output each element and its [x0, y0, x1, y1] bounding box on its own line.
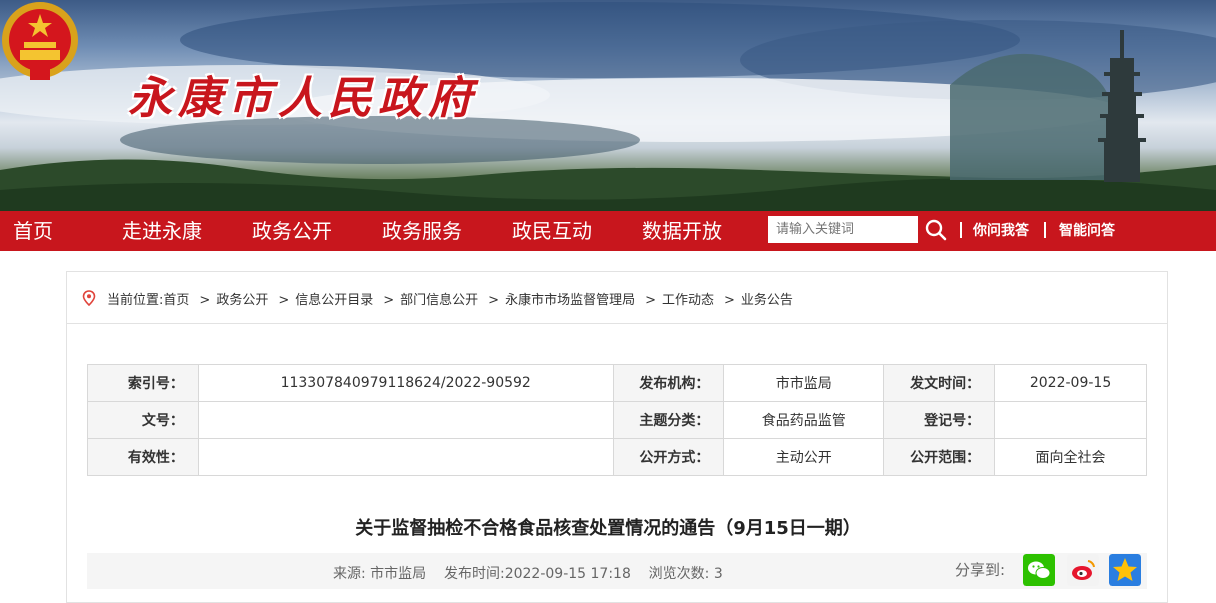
- breadcrumb: 当前位置:首页 > 政务公开 > 信息公开目录 > 部门信息公开 > 永康市市场监督管理局 > 工作…: [67, 272, 1167, 324]
- smart-qa-link[interactable]: 智能问答: [1059, 211, 1115, 251]
- scope-value: 面向全社会: [994, 438, 1147, 476]
- main-nav: 首页 走进永康 政务公开 政务服务 政民互动 数据开放: [0, 211, 1216, 251]
- nav-item-home[interactable]: 首页: [13, 211, 53, 251]
- site-title: 永康市人民政府: [128, 73, 478, 124]
- regno-value: [994, 401, 1147, 439]
- nav-item-gov-services[interactable]: 政务服务: [382, 211, 462, 251]
- nav-item-gov-affairs[interactable]: 政务公开: [252, 211, 332, 251]
- search-box: [768, 216, 918, 243]
- breadcrumb-item-dept-info[interactable]: 部门信息公开: [400, 293, 478, 308]
- breadcrumb-item-home[interactable]: 首页: [163, 293, 189, 308]
- date-value: 2022-09-15: [994, 364, 1147, 402]
- table-row: 索引号： 11330784097911862​4/2022-90592 发布机构…: [87, 364, 1147, 402]
- issuer-value: 市市监局: [723, 364, 885, 402]
- table-row: 有效性： 公开方式： 主动公开 公开范围： 面向全社会: [87, 438, 1147, 476]
- docno-label: 文号：: [87, 401, 199, 439]
- breadcrumb-item-gov-affairs[interactable]: 政务公开: [216, 293, 268, 308]
- nav-item-open-data[interactable]: 数据开放: [642, 211, 722, 251]
- wechat-icon[interactable]: [1023, 554, 1055, 586]
- emblem-icon: [2, 2, 78, 80]
- index-label: 索引号：: [87, 364, 199, 402]
- validity-value: [197, 438, 614, 476]
- article-source: 来源: 市市监局: [333, 566, 427, 582]
- search-input[interactable]: [768, 216, 916, 243]
- nav-divider: [960, 222, 962, 238]
- topic-label: 主题分类：: [612, 401, 725, 439]
- index-value: 11330784097911862​4/2022-90592: [197, 364, 614, 402]
- date-label: 发文时间：: [883, 364, 996, 402]
- article-info-bar: 来源: 市市监局 发布时间:2022-09-15 17:18 浏览次数: 3 分…: [87, 553, 1147, 589]
- faq-link[interactable]: 你问我答: [973, 211, 1029, 251]
- breadcrumb-item-notices[interactable]: 业务公告: [741, 293, 793, 308]
- share-label: 分享到:: [955, 561, 1006, 579]
- location-pin-icon: [82, 290, 96, 306]
- regno-label: 登记号：: [883, 401, 996, 439]
- breadcrumb-item-catalog[interactable]: 信息公开目录: [295, 293, 373, 308]
- article-title: 关于监督抽检不合格食品核查处置情况的通告（9月15日一期）: [355, 518, 861, 539]
- scope-label: 公开范围：: [883, 438, 996, 476]
- weibo-icon[interactable]: [1067, 554, 1099, 586]
- breadcrumb-item-market-bureau[interactable]: 永康市市场监督管理局: [505, 293, 635, 308]
- breadcrumb-prefix: 当前位置:: [107, 293, 164, 308]
- nav-divider: [1044, 222, 1046, 238]
- article-views: 浏览次数: 3: [648, 566, 723, 582]
- validity-label: 有效性：: [87, 438, 199, 476]
- issuer-label: 发布机构：: [612, 364, 725, 402]
- topic-value: 食品药品监管: [723, 401, 885, 439]
- breadcrumb-trail: 当前位置:首页 > 政务公开 > 信息公开目录 > 部门信息公开 > 永康市市场监督管理局 > 工作…: [107, 293, 793, 308]
- mode-label: 公开方式：: [612, 438, 725, 476]
- search-icon[interactable]: [924, 218, 948, 242]
- document-meta-table: 索引号： 11330784097911862​4/2022-90592 发布机构…: [87, 364, 1147, 476]
- qzone-icon[interactable]: [1109, 554, 1141, 586]
- header-banner: 永康市人民政府: [0, 0, 1216, 211]
- table-row: 文号： 主题分类： 食品药品监管 登记号：: [87, 401, 1147, 439]
- nav-item-about[interactable]: 走进永康: [122, 211, 202, 251]
- nav-item-interaction[interactable]: 政民互动: [512, 211, 592, 251]
- mode-value: 主动公开: [723, 438, 885, 476]
- docno-value: [197, 401, 614, 439]
- article-published: 发布时间:2022-09-15 17:18: [443, 566, 631, 582]
- breadcrumb-item-work-news[interactable]: 工作动态: [662, 293, 714, 308]
- article-info: 来源: 市市监局 发布时间:2022-09-15 17:18 浏览次数: 3: [333, 563, 723, 583]
